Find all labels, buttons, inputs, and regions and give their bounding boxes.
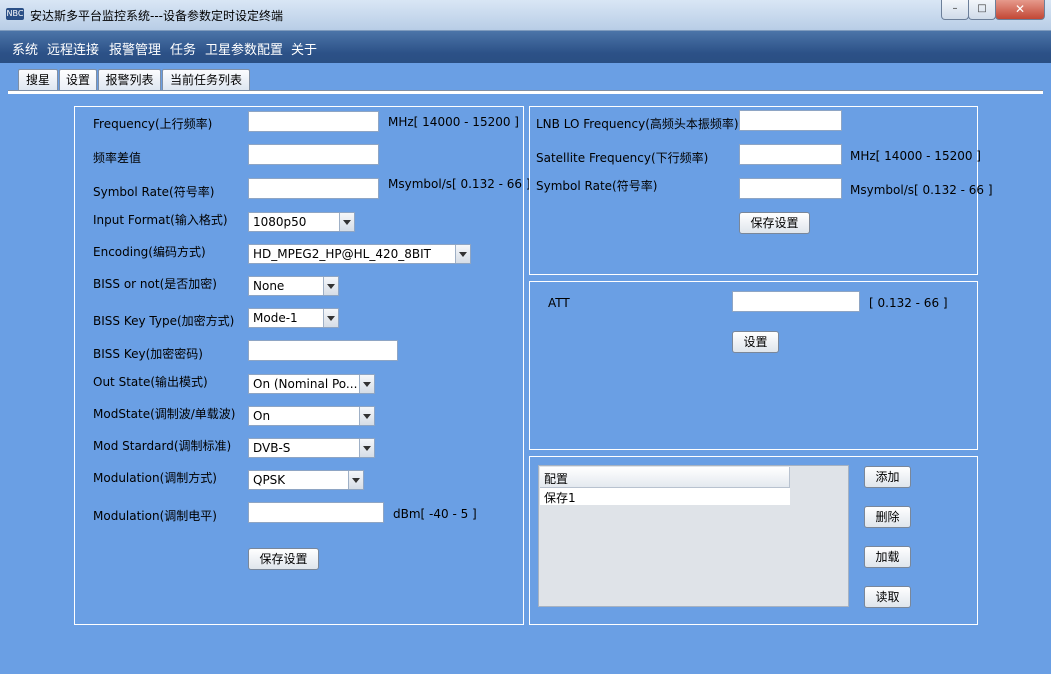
- lnb-lo-frequency-input[interactable]: [739, 110, 842, 131]
- chevron-down-icon[interactable]: [339, 213, 354, 231]
- tab-alarm-list[interactable]: 报警列表: [98, 69, 161, 91]
- att-range: [ 0.132 - 66 ]: [869, 296, 948, 310]
- encoding-value: HD_MPEG2_HP@HL_420_8BIT: [253, 247, 431, 261]
- delete-config-button[interactable]: 删除: [864, 506, 911, 528]
- mod-state-label: ModState(调制波/单载波): [93, 407, 236, 421]
- save-settings-button[interactable]: 保存设置: [248, 548, 319, 570]
- lnb-lo-frequency-label: LNB LO Frequency(高频头本振频率): [536, 117, 739, 131]
- chevron-down-icon[interactable]: [359, 375, 374, 393]
- minimize-icon[interactable]: –: [941, 0, 969, 20]
- biss-label: BISS or not(是否加密): [93, 277, 217, 291]
- read-config-button[interactable]: 读取: [864, 586, 911, 608]
- modulation-value: QPSK: [253, 473, 286, 487]
- out-state-label: Out State(输出模式): [93, 375, 208, 389]
- chevron-down-icon[interactable]: [348, 471, 363, 489]
- close-icon[interactable]: ✕: [995, 0, 1045, 20]
- symbol-rate-label: Symbol Rate(符号率): [93, 185, 215, 199]
- menu-remote-connect[interactable]: 远程连接: [47, 39, 99, 58]
- chevron-down-icon[interactable]: [359, 407, 374, 425]
- mod-level-range: dBm[ -40 - 5 ]: [393, 507, 477, 521]
- menu-bar: 系统 远程连接 报警管理 任务 卫星参数配置 关于: [0, 31, 1051, 63]
- freq-diff-label: 频率差值: [93, 151, 142, 165]
- att-label: ATT: [548, 296, 570, 310]
- load-config-button[interactable]: 加载: [864, 546, 911, 568]
- downlink-symbol-rate-range: Msymbol/s[ 0.132 - 66 ]: [850, 183, 993, 197]
- config-row-label: 保存1: [544, 491, 576, 505]
- frequency-label: Frequency(上行频率): [93, 117, 213, 131]
- biss-key-type-select[interactable]: Mode-1: [248, 308, 339, 328]
- tab-current-tasks[interactable]: 当前任务列表: [162, 69, 250, 91]
- menu-satellite-config[interactable]: 卫星参数配置: [205, 39, 283, 58]
- add-config-button[interactable]: 添加: [864, 466, 911, 488]
- tab-settings[interactable]: 设置: [59, 69, 97, 92]
- modulation-select[interactable]: QPSK: [248, 470, 364, 490]
- window-title: 安达斯多平台监控系统---设备参数定时设定终端: [30, 9, 283, 23]
- downlink-symbol-rate-input[interactable]: [739, 178, 842, 199]
- nbc-logo-icon: NBC: [6, 8, 24, 20]
- menu-task[interactable]: 任务: [170, 39, 196, 58]
- encoding-label: Encoding(编码方式): [93, 245, 206, 259]
- satellite-frequency-label: Satellite Frequency(下行频率): [536, 151, 709, 165]
- out-state-select[interactable]: On (Nominal Po...: [248, 374, 375, 394]
- mod-level-input[interactable]: [248, 502, 384, 523]
- chevron-down-icon[interactable]: [455, 245, 470, 263]
- biss-key-type-value: Mode-1: [253, 311, 298, 325]
- chevron-down-icon[interactable]: [359, 439, 374, 457]
- table-row[interactable]: 保存1: [540, 488, 790, 505]
- biss-select[interactable]: None: [248, 276, 339, 296]
- maximize-icon[interactable]: □: [968, 0, 996, 20]
- mod-state-value: On: [253, 409, 271, 423]
- config-column-header-label: 配置: [544, 472, 569, 486]
- mod-standard-select[interactable]: DVB-S: [248, 438, 375, 458]
- tab-strip: 搜星 设置 报警列表 当前任务列表: [0, 63, 1051, 92]
- biss-value: None: [253, 279, 285, 293]
- biss-key-type-label: BISS Key Type(加密方式): [93, 314, 235, 328]
- input-format-value: 1080p50: [253, 215, 307, 229]
- att-set-button[interactable]: 设置: [732, 331, 779, 353]
- freq-diff-input[interactable]: [248, 144, 379, 165]
- input-format-label: Input Format(输入格式): [93, 213, 228, 227]
- biss-key-input[interactable]: [248, 340, 398, 361]
- mod-level-label: Modulation(调制电平): [93, 509, 217, 523]
- chevron-down-icon[interactable]: [323, 277, 338, 295]
- out-state-value: On (Nominal Po...: [253, 377, 358, 391]
- frequency-input[interactable]: [248, 111, 379, 132]
- mod-standard-label: Mod Stardard(调制标准): [93, 439, 232, 453]
- frequency-range: MHz[ 14000 - 15200 ]: [388, 115, 519, 129]
- encoding-select[interactable]: HD_MPEG2_HP@HL_420_8BIT: [248, 244, 471, 264]
- input-format-select[interactable]: 1080p50: [248, 212, 355, 232]
- title-bar: NBC 安达斯多平台监控系统---设备参数定时设定终端 – □ ✕: [0, 0, 1051, 31]
- mod-standard-value: DVB-S: [253, 441, 291, 455]
- save-downlink-settings-button[interactable]: 保存设置: [739, 212, 810, 234]
- satellite-frequency-range: MHz[ 14000 - 15200 ]: [850, 149, 981, 163]
- symbol-rate-range: Msymbol/s[ 0.132 - 66 ]: [388, 177, 531, 191]
- config-column-header[interactable]: 配置: [540, 467, 790, 488]
- config-table: 配置 保存1: [538, 465, 849, 607]
- att-input[interactable]: [732, 291, 860, 312]
- menu-alarm-management[interactable]: 报警管理: [109, 39, 161, 58]
- menu-about[interactable]: 关于: [291, 39, 317, 58]
- menu-system[interactable]: 系统: [12, 39, 38, 58]
- modulation-label: Modulation(调制方式): [93, 471, 217, 485]
- biss-key-label: BISS Key(加密密码): [93, 347, 203, 361]
- symbol-rate-input[interactable]: [248, 178, 379, 199]
- tab-content-border: [8, 90, 1043, 94]
- chevron-down-icon[interactable]: [323, 309, 338, 327]
- downlink-symbol-rate-label: Symbol Rate(符号率): [536, 179, 658, 193]
- mod-state-select[interactable]: On: [248, 406, 375, 426]
- tab-search-satellite[interactable]: 搜星: [18, 69, 58, 91]
- satellite-frequency-input[interactable]: [739, 144, 842, 165]
